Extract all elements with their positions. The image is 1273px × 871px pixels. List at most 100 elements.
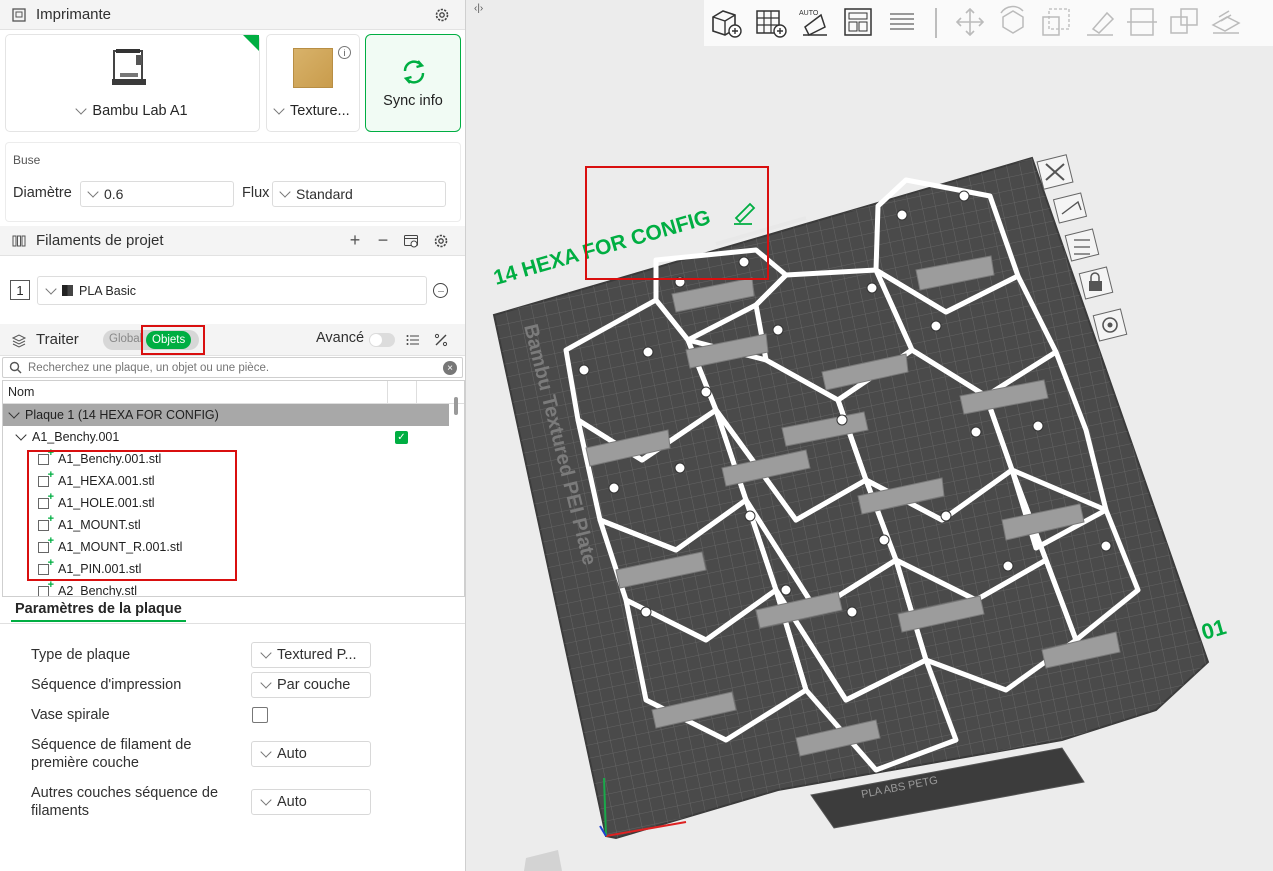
auto-orient-plate-icon[interactable]	[1052, 192, 1088, 224]
filaments-section-title: Filaments de projet	[36, 232, 164, 249]
sync-info-label: Sync info	[383, 93, 443, 109]
first-layer-sequence-label: Séquence de filament de première couche	[31, 737, 192, 771]
printer-card[interactable]: Bambu Lab A1	[5, 34, 260, 132]
filament-color-swatch	[62, 285, 73, 296]
printer-name: Bambu Lab A1	[92, 103, 188, 119]
first-layer-sequence-value: Auto	[277, 746, 307, 762]
chevron-down-icon	[260, 647, 272, 659]
object-tree: Nom Plaque 1 (14 HEXA FOR CONFIG) A1_Ben…	[2, 380, 465, 597]
chevron-down-icon[interactable]	[15, 429, 27, 441]
part-label: A2_Benchy.stl	[58, 584, 137, 597]
diameter-value: 0.6	[104, 186, 124, 202]
reset-percent-icon[interactable]	[432, 331, 450, 349]
filament-index[interactable]: 1	[10, 280, 30, 300]
filament-name: PLA Basic	[79, 283, 136, 298]
advanced-label: Avancé	[316, 330, 365, 346]
remove-filament-icon[interactable]: −	[374, 230, 392, 250]
list-item[interactable]: A1_Benchy.001.stl	[3, 447, 449, 470]
3d-viewport[interactable]: ‹|› AUTO PLA ABS PETG Bambu Textured PEI…	[466, 0, 1273, 871]
search-input[interactable]	[28, 361, 438, 374]
add-filament-icon[interactable]: +	[346, 230, 364, 250]
plate-settings-icon[interactable]	[1092, 308, 1128, 342]
process-section-header: Traiter Global Objets Avancé	[0, 324, 465, 356]
advanced-toggle[interactable]	[369, 333, 395, 347]
chevron-down-icon	[87, 186, 99, 198]
part-label: A1_MOUNT_R.001.stl	[58, 540, 183, 554]
chevron-down-icon	[260, 794, 272, 806]
spiral-vase-checkbox[interactable]	[252, 707, 268, 723]
plate-row[interactable]: Plaque 1 (14 HEXA FOR CONFIG)	[3, 404, 449, 426]
lock-plate-icon[interactable]	[1078, 266, 1114, 300]
diameter-label: Diamètre	[13, 185, 72, 201]
column-divider	[416, 381, 417, 404]
list-item[interactable]: A1_MOUNT.stl	[3, 513, 449, 536]
part-label: A1_PIN.001.stl	[58, 562, 142, 576]
part-icon	[38, 557, 54, 575]
print-sequence-value: Par couche	[277, 677, 351, 693]
diameter-dropdown[interactable]: 0.6	[80, 181, 234, 207]
list-icon[interactable]	[404, 331, 422, 349]
plate-number: 01	[1198, 614, 1228, 645]
filaments-section-header: Filaments de projet + −	[0, 226, 465, 256]
chevron-down-icon[interactable]	[8, 407, 20, 419]
spiral-vase-label: Vase spirale	[31, 707, 110, 723]
edit-plate-name-icon[interactable]	[734, 202, 756, 225]
plate-type-selector[interactable]: Texture...	[273, 103, 350, 119]
printer-icon	[10, 6, 28, 24]
plate-type-label: Type de plaque	[31, 647, 131, 663]
part-icon	[38, 469, 54, 487]
list-item[interactable]: A1_PIN.001.stl	[3, 557, 449, 580]
clear-search-icon[interactable]: ×	[443, 361, 457, 375]
flow-value: Standard	[296, 186, 353, 202]
left-panel: Imprimante Bambu Lab A1 i Texture... Syn…	[0, 0, 466, 871]
print-sequence-dropdown[interactable]: Par couche	[251, 672, 371, 698]
part-label: A1_HEXA.001.stl	[58, 474, 155, 488]
first-layer-sequence-dropdown[interactable]: Auto	[251, 741, 371, 767]
printer-section-header: Imprimante	[0, 0, 465, 30]
list-item[interactable]: A2_Benchy.stl	[3, 579, 449, 597]
part-icon	[38, 447, 54, 465]
plate-type-dropdown[interactable]: Textured P...	[251, 642, 371, 668]
flow-dropdown[interactable]: Standard	[272, 181, 446, 207]
printer-settings-gear-icon[interactable]	[433, 6, 451, 24]
plate-type-card[interactable]: i Texture...	[266, 34, 360, 132]
nozzle-panel: Buse Diamètre 0.6 Flux Standard	[5, 142, 461, 222]
flow-label: Flux	[242, 185, 270, 201]
tab-objects[interactable]: Objets	[146, 331, 192, 349]
tree-scrollbar[interactable]	[454, 397, 458, 415]
delete-plate-icon[interactable]	[1036, 154, 1074, 190]
printer-selector[interactable]: Bambu Lab A1	[6, 103, 259, 119]
search-box[interactable]: ×	[2, 357, 463, 378]
printer-image-icon	[112, 49, 146, 85]
nozzle-title: Buse	[13, 153, 41, 167]
info-icon[interactable]: i	[338, 46, 351, 59]
active-tab-underline	[11, 620, 186, 622]
sync-icon	[403, 60, 425, 84]
filament-dropdown[interactable]: PLA Basic	[37, 276, 427, 305]
list-item[interactable]: A1_MOUNT_R.001.stl	[3, 535, 449, 558]
filament-settings-gear-icon[interactable]	[432, 232, 450, 250]
plate-type-name: Texture...	[290, 103, 350, 119]
plate-params-tabbar: Paramètres de la plaque	[0, 598, 465, 624]
chevron-down-icon	[273, 103, 285, 115]
arrange-plate-icon[interactable]	[1064, 228, 1100, 262]
tab-plate-params[interactable]: Paramètres de la plaque	[15, 601, 182, 617]
build-plate-scene[interactable]: PLA ABS PETG Bambu Textured PEI Plate 14…	[466, 0, 1273, 871]
column-name-header[interactable]: Nom	[8, 385, 34, 399]
list-item[interactable]: A1_HEXA.001.stl	[3, 469, 449, 492]
filament-more-icon[interactable]: ···	[433, 283, 448, 298]
sync-info-button[interactable]: Sync info	[365, 34, 461, 132]
other-layers-sequence-dropdown[interactable]: Auto	[251, 789, 371, 815]
list-item[interactable]: A1_HOLE.001.stl	[3, 491, 449, 514]
chevron-down-icon	[75, 103, 88, 115]
print-sequence-label: Séquence d'impression	[31, 677, 182, 693]
object-row[interactable]: A1_Benchy.001 ✓	[3, 426, 449, 448]
process-section-title: Traiter	[36, 331, 79, 348]
plate-label: Plaque 1 (14 HEXA FOR CONFIG)	[25, 408, 219, 422]
tab-global[interactable]: Global	[109, 333, 142, 345]
part-icon	[38, 513, 54, 531]
object-visible-checkbox[interactable]: ✓	[395, 431, 408, 444]
plate-thumbnail[interactable]	[524, 850, 562, 871]
filament-sync-icon[interactable]	[402, 232, 420, 250]
layers-icon	[10, 331, 28, 349]
